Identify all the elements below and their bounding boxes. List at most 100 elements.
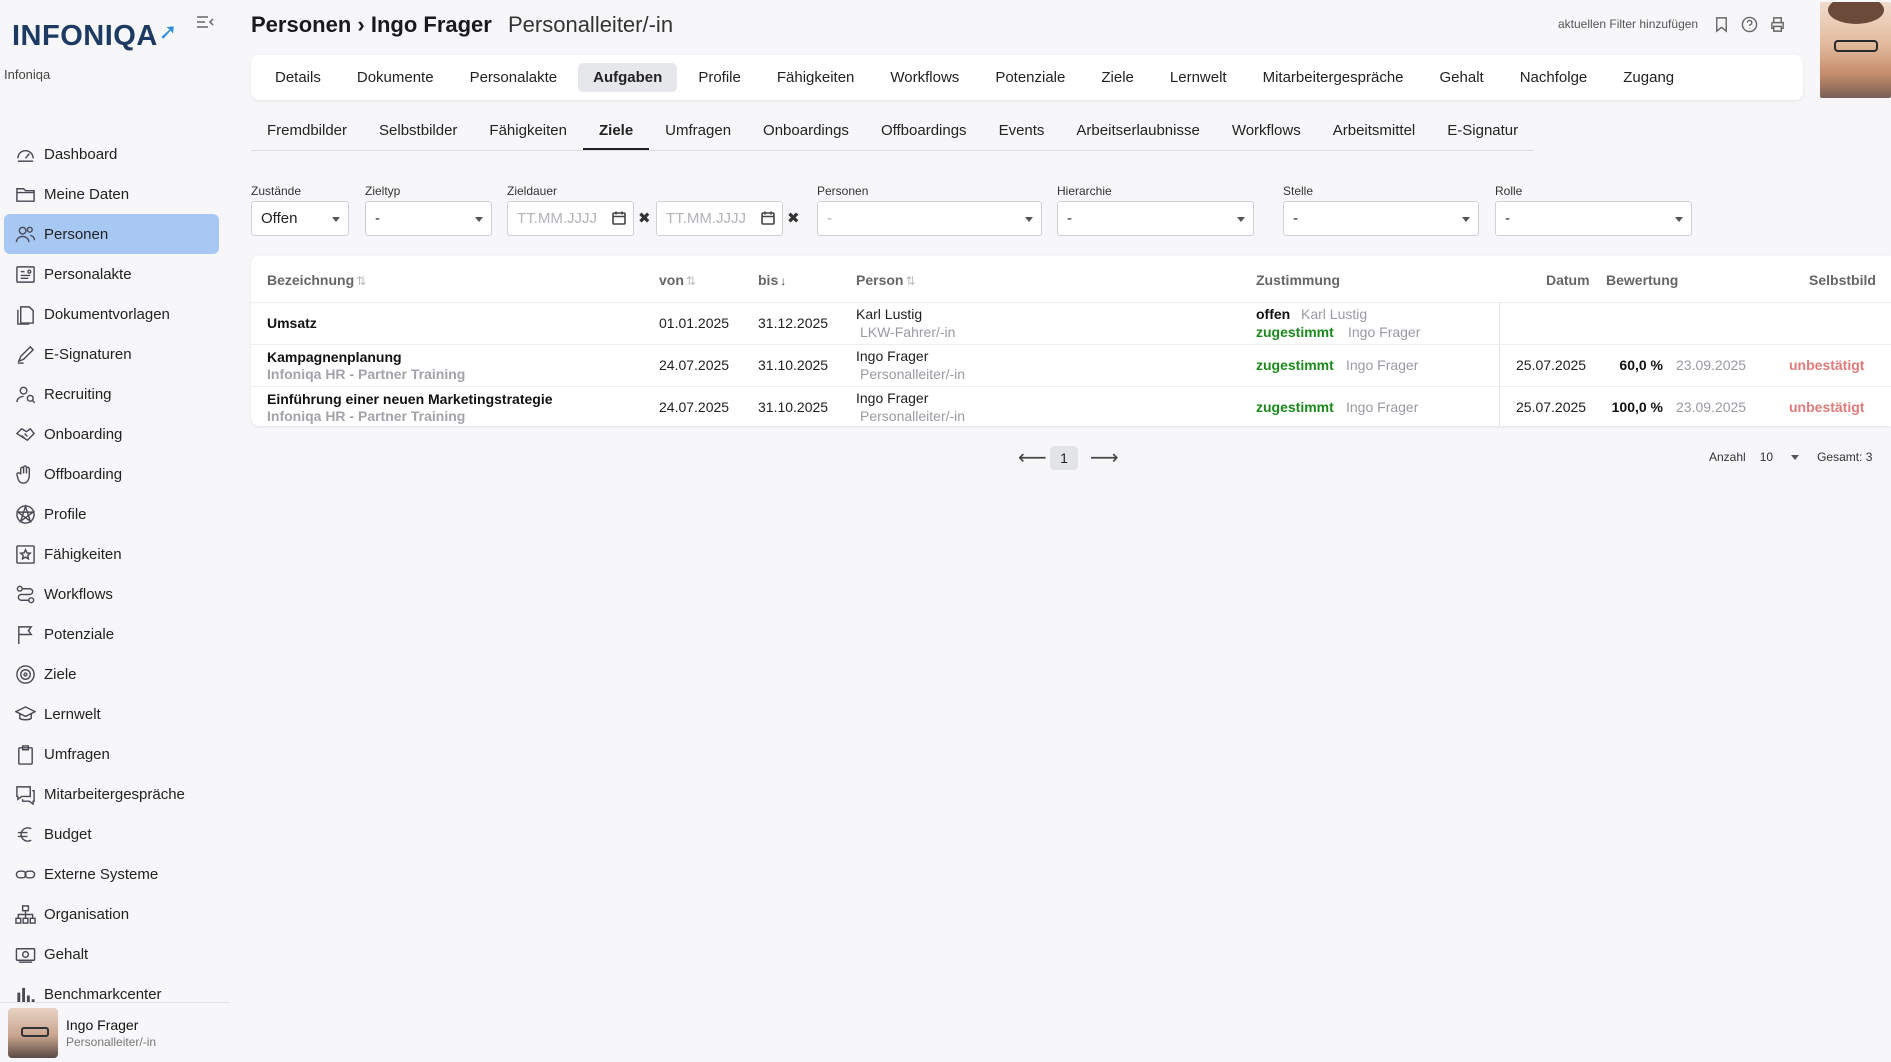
subtab-selbstbilder[interactable]: Selbstbilder	[363, 116, 473, 150]
sidebar-item-workflows[interactable]: Workflows	[4, 574, 219, 614]
column-header-bis[interactable]: bis ↓	[758, 272, 786, 288]
sidebar-item-label: Mitarbeitergespräche	[44, 785, 185, 803]
tab-zugang[interactable]: Zugang	[1608, 63, 1689, 92]
tab-mitarbeitergespräche[interactable]: Mitarbeitergespräche	[1248, 63, 1419, 92]
subtab-umfragen[interactable]: Umfragen	[649, 116, 747, 150]
sidebar-item-budget[interactable]: Budget	[4, 814, 219, 854]
next-page-icon[interactable]: ⟶	[1090, 445, 1119, 470]
page-size-select[interactable]: 10	[1760, 450, 1800, 464]
sidebar-item-ziele[interactable]: Ziele	[4, 654, 219, 694]
tab-fähigkeiten[interactable]: Fähigkeiten	[762, 63, 870, 92]
filter-rolle-select[interactable]: -	[1495, 201, 1692, 236]
tab-personalakte[interactable]: Personalakte	[455, 63, 573, 92]
sidebar-item-meine-daten[interactable]: Meine Daten	[4, 174, 219, 214]
sidebar-item-onboarding[interactable]: Onboarding	[4, 414, 219, 454]
sidebar-item-dokumentvorlagen[interactable]: Dokumentvorlagen	[4, 294, 219, 334]
subtab-events[interactable]: Events	[983, 116, 1061, 150]
person-name[interactable]: Ingo Frager	[856, 390, 928, 406]
help-icon[interactable]	[1740, 15, 1758, 33]
logo[interactable]: INFONIQA ➚	[12, 19, 177, 53]
sidebar-item-recruiting[interactable]: Recruiting	[4, 374, 219, 414]
subtab-ziele[interactable]: Ziele	[582, 116, 650, 150]
bookmark-icon[interactable]	[1712, 15, 1730, 33]
add-filter-link[interactable]: aktuellen Filter hinzufügen	[1558, 17, 1698, 31]
column-header-von[interactable]: von ⇅	[659, 272, 696, 288]
filter-label-personen: Personen	[817, 184, 869, 198]
filter-personen-select[interactable]: -	[817, 201, 1042, 236]
sidebar-item-mitarbeitergespräche[interactable]: Mitarbeitergespräche	[4, 774, 219, 814]
calendar-icon[interactable]	[611, 210, 627, 226]
person-name[interactable]: Ingo Frager	[856, 348, 928, 364]
sidebar-item-externe-systeme[interactable]: Externe Systeme	[4, 854, 219, 894]
approval-status: zugestimmt	[1256, 324, 1334, 340]
subtab-onboardings[interactable]: Onboardings	[747, 116, 865, 150]
tab-potenziale[interactable]: Potenziale	[980, 63, 1080, 92]
sidebar-item-label: Dashboard	[44, 145, 118, 163]
filter-label-rolle: Rolle	[1495, 184, 1523, 198]
subtab-e-signatur[interactable]: E-Signatur	[1431, 116, 1534, 150]
tab-details[interactable]: Details	[260, 63, 336, 92]
user-search-icon	[14, 383, 36, 405]
table-row[interactable]: Einführung einer neuen Marketingstrategi…	[251, 386, 1891, 428]
sidebar-item-organisation[interactable]: Organisation	[4, 894, 219, 934]
prev-page-icon[interactable]: ⟵	[1018, 445, 1047, 470]
goal-title[interactable]: Kampagnenplanung	[267, 349, 402, 365]
filter-zustaende-select[interactable]: Offen	[251, 201, 349, 236]
tab-profile[interactable]: Profile	[683, 63, 756, 92]
clear-date-from-icon[interactable]: ✖	[638, 209, 651, 227]
sidebar-item-personen[interactable]: Personen	[4, 214, 219, 254]
tab-workflows[interactable]: Workflows	[875, 63, 974, 92]
collapse-sidebar-icon[interactable]	[196, 14, 214, 30]
sidebar-item-umfragen[interactable]: Umfragen	[4, 734, 219, 774]
sidebar-item-e-signaturen[interactable]: E-Signaturen	[4, 334, 219, 374]
subtab-offboardings[interactable]: Offboardings	[865, 116, 983, 150]
self-assessment-status[interactable]: unbestätigt	[1789, 399, 1864, 415]
breadcrumb-root[interactable]: Personen	[251, 12, 351, 37]
sidebar-item-dashboard[interactable]: Dashboard	[4, 134, 219, 174]
page-number[interactable]: 1	[1050, 445, 1078, 470]
sidebar-item-potenziale[interactable]: Potenziale	[4, 614, 219, 654]
tab-ziele[interactable]: Ziele	[1086, 63, 1149, 92]
sidebar-item-fähigkeiten[interactable]: Fähigkeiten	[4, 534, 219, 574]
sidebar-item-profile[interactable]: Profile	[4, 494, 219, 534]
filter-label-zieldauer: Zieldauer	[507, 184, 558, 198]
goal-title[interactable]: Einführung einer neuen Marketingstrategi…	[267, 391, 553, 407]
column-header-selbstbild: Selbstbild	[1809, 272, 1876, 288]
person-name[interactable]: Karl Lustig	[856, 306, 922, 322]
subtab-fähigkeiten[interactable]: Fähigkeiten	[473, 116, 583, 150]
filter-stelle-select[interactable]: -	[1283, 201, 1479, 236]
sidebar-item-lernwelt[interactable]: Lernwelt	[4, 694, 219, 734]
sidebar-item-gehalt[interactable]: Gehalt	[4, 934, 219, 974]
avatar[interactable]	[8, 1007, 58, 1058]
table-row[interactable]: Kampagnenplanung Infoniqa HR - Partner Tr…	[251, 344, 1891, 386]
sidebar-item-offboarding[interactable]: Offboarding	[4, 454, 219, 494]
filter-hierarchie-select[interactable]: -	[1057, 201, 1254, 236]
subtab-arbeitsmittel[interactable]: Arbeitsmittel	[1317, 116, 1432, 150]
tab-gehalt[interactable]: Gehalt	[1425, 63, 1499, 92]
self-assessment-status[interactable]: unbestätigt	[1789, 357, 1864, 373]
org-chart-icon	[14, 903, 36, 925]
tab-nachfolge[interactable]: Nachfolge	[1505, 63, 1603, 92]
subtab-workflows[interactable]: Workflows	[1216, 116, 1317, 150]
tab-aufgaben[interactable]: Aufgaben	[578, 63, 678, 92]
filter-zieltyp-select[interactable]: -	[365, 201, 492, 236]
sidebar-item-label: Gehalt	[44, 945, 89, 963]
subtab-arbeitserlaubnisse[interactable]: Arbeitserlaubnisse	[1060, 116, 1215, 150]
current-user[interactable]: Ingo Frager Personalleiter/-in	[0, 1002, 230, 1062]
clear-date-to-icon[interactable]: ✖	[787, 209, 800, 227]
sidebar-item-personalakte[interactable]: Personalakte	[4, 254, 219, 294]
subtab-fremdbilder[interactable]: Fremdbilder	[251, 116, 363, 150]
rating-value: 60,0 %	[1619, 357, 1663, 373]
table-row[interactable]: Umsatz 01.01.2025 31.12.2025 Karl Lustig LKW…	[251, 302, 1891, 344]
tab-lernwelt[interactable]: Lernwelt	[1155, 63, 1242, 92]
column-header-bezeichnung[interactable]: Bezeichnung ⇅	[267, 272, 366, 288]
print-icon[interactable]	[1768, 15, 1786, 33]
user-role: Personalleiter/-in	[66, 1034, 157, 1049]
calendar-icon[interactable]	[760, 210, 776, 226]
column-header-person[interactable]: Person ⇅	[856, 272, 916, 288]
goal-title[interactable]: Umsatz	[267, 315, 317, 331]
filter-date-from[interactable]: TT.MM.JJJJ	[507, 201, 634, 236]
filter-date-to[interactable]: TT.MM.JJJJ	[656, 201, 783, 236]
profile-photo[interactable]	[1820, 2, 1891, 98]
tab-dokumente[interactable]: Dokumente	[342, 63, 449, 92]
